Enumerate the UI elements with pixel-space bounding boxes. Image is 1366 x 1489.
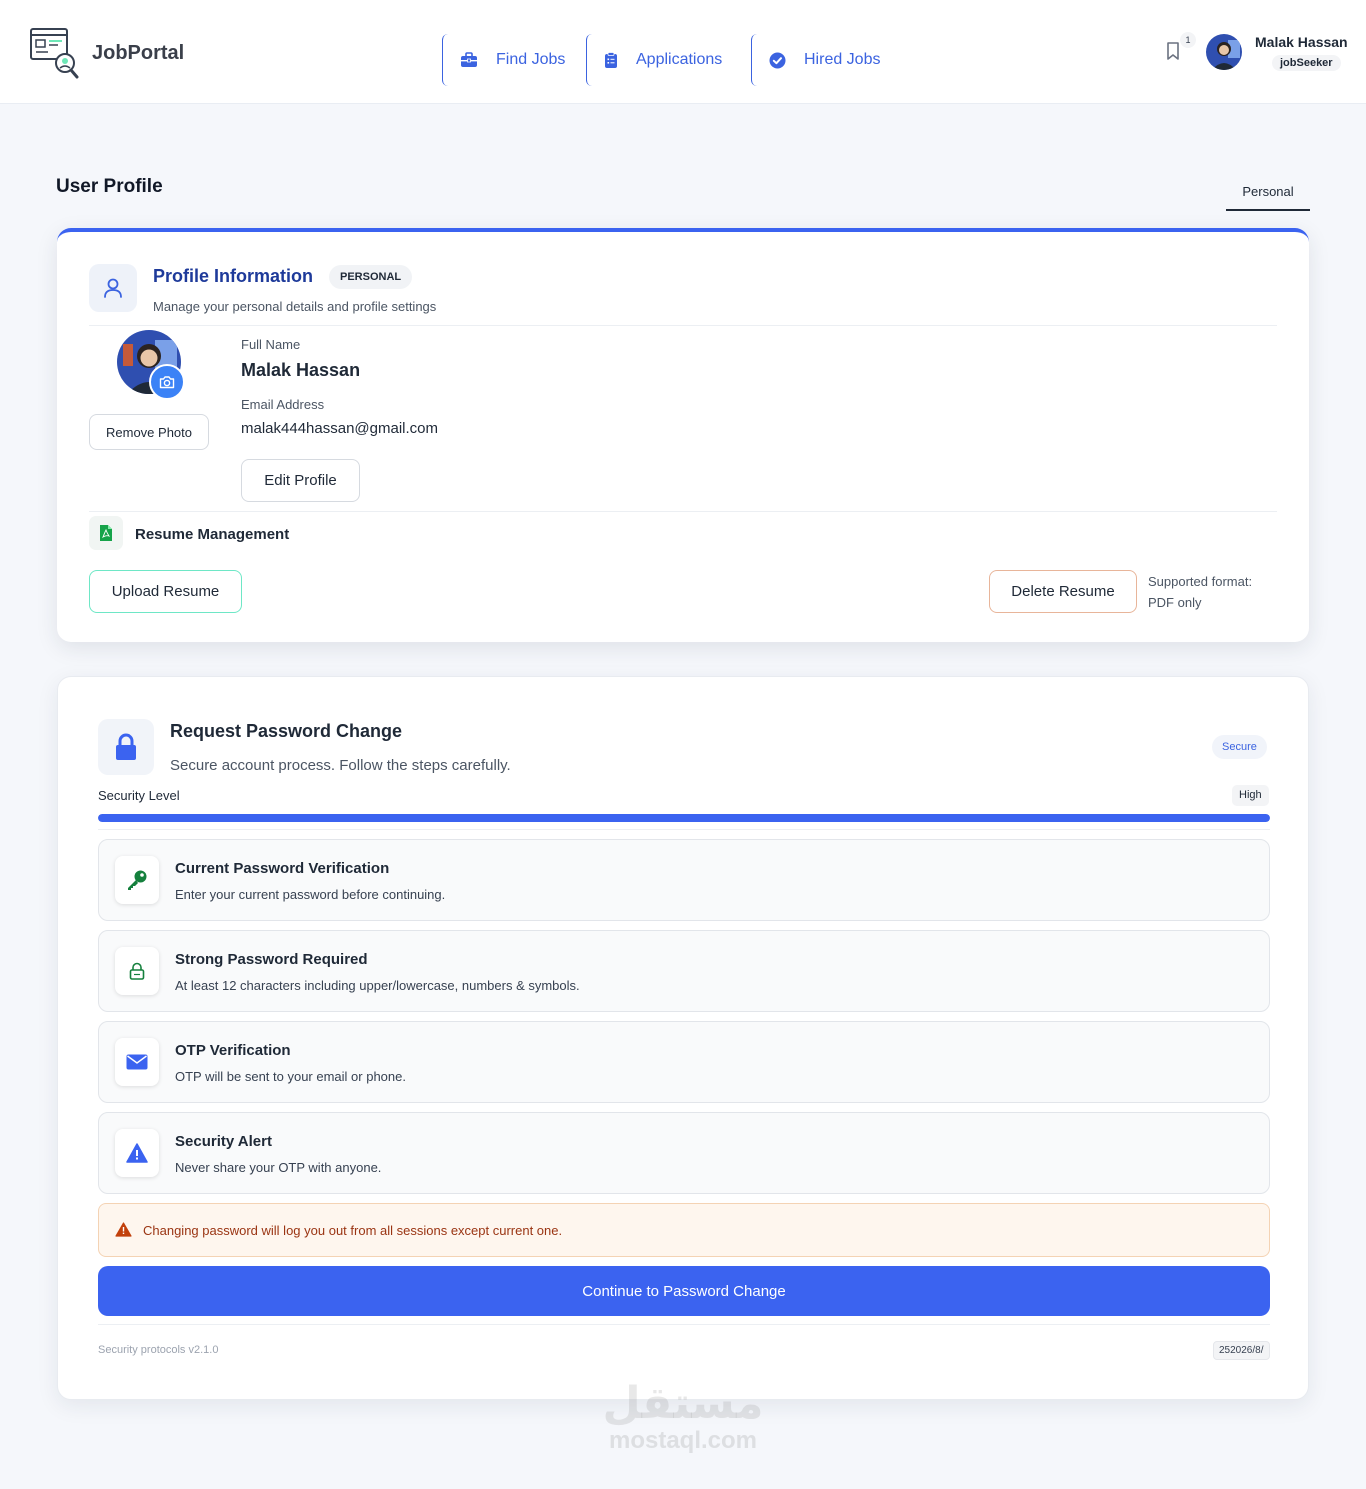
security-level-label: Security Level [98,788,180,803]
continue-password-change-button[interactable]: Continue to Password Change [98,1266,1270,1316]
supported-format-value: PDF only [1148,595,1202,610]
step-description: OTP will be sent to your email or phone. [175,1069,406,1084]
profile-information-title: Profile Information [153,266,314,286]
alert-triangle-icon [115,1222,132,1237]
clipboard-icon [605,51,617,68]
pdf-file-icon [100,525,112,541]
security-level-bar [98,814,1270,822]
step-title: Current Password Verification [175,860,390,877]
security-level-value: High [1232,785,1269,806]
user-name[interactable]: Malak Hassan [1255,34,1348,50]
profile-icon-box [89,264,137,312]
email-value: malak444hassan@gmail.com [241,420,438,437]
footer-date-badge: 252026/8/ [1213,1341,1270,1360]
briefcase-icon [461,52,477,67]
nav-hired-jobs-label: Hired Jobs [804,51,881,68]
step-description: Never share your OTP with anyone. [175,1160,382,1175]
profile-card: Profile Information PERSONAL Manage your… [57,228,1309,642]
user-icon [104,278,122,298]
user-avatar[interactable] [1206,34,1242,70]
password-change-card: Request Password Change Secure account p… [57,676,1309,1400]
personal-badge: PERSONAL [329,265,413,289]
remove-photo-button[interactable]: Remove Photo [89,414,209,450]
profile-subtitle: Manage your personal details and profile… [153,299,437,314]
page-title: User Profile [56,176,163,197]
step-current-password: Current Password Verification Enter your… [98,839,1270,921]
bookmark-icon[interactable] [1166,42,1180,65]
nav-applications[interactable]: Applications [586,34,736,86]
request-password-title: Request Password Change [170,721,403,741]
divider [98,1324,1270,1325]
logout-warning: Changing password will log you out from … [98,1203,1270,1257]
top-header: JobPortal Find Jobs Applications Hired J… [0,0,1366,104]
divider [98,829,1270,830]
full-name-label: Full Name [241,337,301,352]
step-description: Enter your current password before conti… [175,887,446,902]
secure-badge: Secure [1212,735,1267,759]
key-icon [128,870,147,890]
change-photo-button[interactable] [149,364,185,400]
padlock-icon [116,733,136,760]
security-level-fill [98,814,1270,822]
divider [89,511,1277,512]
step-icon-box [115,1129,159,1177]
resume-management-title: Resume Management [135,526,290,543]
edit-profile-button[interactable]: Edit Profile [241,459,360,502]
tab-personal[interactable]: Personal [1226,176,1310,211]
delete-resume-button[interactable]: Delete Resume [989,570,1137,613]
lock-icon [129,962,145,980]
watermark-latin: mostaql.com [608,1427,758,1454]
step-title: Strong Password Required [175,951,368,968]
request-password-subtitle: Secure account process. Follow the steps… [170,757,511,774]
camera-icon [159,376,175,389]
full-name-value: Malak Hassan [241,360,361,380]
step-otp-verification: OTP Verification OTP will be sent to you… [98,1021,1270,1103]
nav-find-jobs-label: Find Jobs [496,51,566,68]
step-security-alert: Security Alert Never share your OTP with… [98,1112,1270,1194]
notification-count-badge: 1 [1180,32,1196,48]
pdf-file-icon-box [89,516,123,550]
step-title: Security Alert [175,1133,272,1150]
step-icon-box [115,947,159,995]
check-circle-icon [769,52,786,68]
security-protocol-version: Security protocols v2.1.0 [98,1344,219,1356]
watermark: مستقل mostaql.com [598,1380,768,1454]
lock-icon-box [98,719,154,775]
supported-format-label: Supported format: [1148,574,1253,589]
step-icon-box [115,856,159,904]
step-description: At least 12 characters including upper/l… [175,978,580,993]
watermark-arabic: مستقل [602,1378,764,1429]
envelope-icon [126,1054,148,1070]
nav-hired-jobs[interactable]: Hired Jobs [751,34,891,86]
step-strong-password: Strong Password Required At least 12 cha… [98,930,1270,1012]
email-label: Email Address [241,397,325,412]
nav-applications-label: Applications [636,51,723,68]
upload-resume-button[interactable]: Upload Resume [89,570,242,613]
nav-find-jobs[interactable]: Find Jobs [442,34,577,86]
step-icon-box [115,1038,159,1086]
job-search-logo-icon[interactable] [28,26,80,80]
supported-format-note: Supported format: PDF only [1148,571,1252,613]
user-role-badge: jobSeeker [1272,55,1341,71]
step-title: OTP Verification [175,1042,291,1059]
logout-warning-text: Changing password will log you out from … [143,1223,563,1238]
warning-icon [126,1143,148,1163]
divider [89,325,1277,326]
app-name[interactable]: JobPortal [92,42,184,65]
